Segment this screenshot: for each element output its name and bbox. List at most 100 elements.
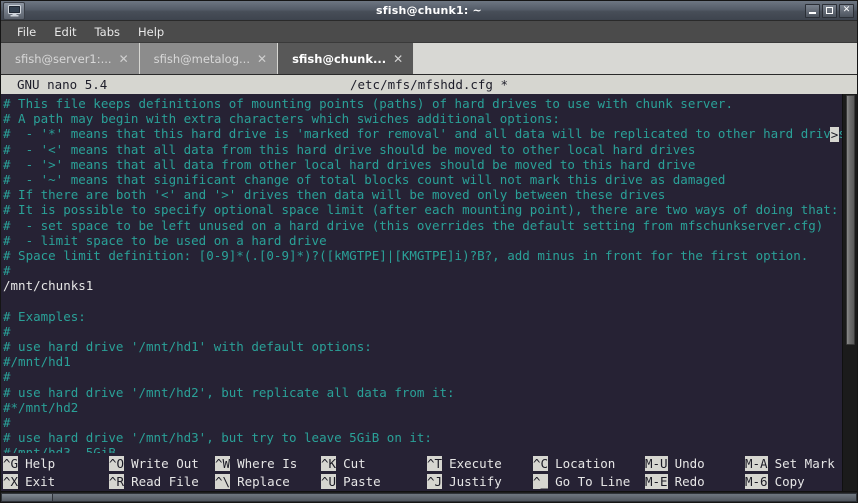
code-line: # use hard drive '/mnt/hd3', but try to … — [3, 430, 432, 446]
shortcut-label: Cut — [343, 455, 366, 471]
code-line: #/mnt/hd1 — [3, 354, 71, 370]
line-wrap-marker: > — [830, 127, 839, 143]
code-line: # - set space to be left unused on a har… — [3, 217, 824, 233]
tab-label: sfish@server1:... — [15, 51, 112, 66]
code-line: /mnt/chunks1 — [3, 278, 94, 294]
code-line: # If there are both '<' and '>' drives t… — [3, 187, 666, 203]
shortcut-label: Execute — [449, 455, 502, 471]
shortcut-label: Where Is — [237, 455, 298, 471]
close-button[interactable]: ✕ — [839, 3, 854, 18]
scrollbar-left-thumb[interactable] — [1, 492, 53, 502]
window-titlebar[interactable]: sfish@chunk1: ~ ✕ — [1, 1, 857, 21]
terminal-icon — [3, 1, 25, 20]
terminal-vertical-scrollbar[interactable] — [842, 94, 857, 491]
code-line: #*/mnt/hd2 — [3, 399, 79, 415]
shortcut-key: M-U — [645, 455, 668, 471]
nano-filename: /etc/mfs/mfshdd.cfg * — [349, 77, 509, 92]
shortcut-key: ^W — [215, 455, 231, 471]
code-line: # - '~' means that significant change of… — [3, 171, 726, 187]
shortcut-label: Redo — [674, 473, 705, 489]
shortcut-exit[interactable]: ^X Exit — [3, 473, 109, 489]
shortcut-key: ^T — [427, 455, 443, 471]
shortcut-key: ^K — [321, 455, 337, 471]
shortcut-label: Help — [25, 455, 56, 471]
shortcut-copy[interactable]: M-6 Copy — [745, 473, 855, 489]
shortcut-read-file[interactable]: ^R Read File — [109, 473, 215, 489]
shortcut-replace[interactable]: ^\ Replace — [215, 473, 321, 489]
shortcut-justify[interactable]: ^J Justify — [427, 473, 533, 489]
code-line: # — [3, 323, 11, 339]
tab-chunk1[interactable]: sfish@chunk... ✕ — [278, 43, 415, 74]
code-line: # use hard drive '/mnt/hd2', but replica… — [3, 384, 455, 400]
nano-shortcut-bar: ^G Help ^O Write Out ^W Where Is ^K Cut ^T Execut… — [1, 453, 857, 491]
close-icon[interactable]: ✕ — [393, 53, 403, 65]
shortcut-key: ^\ — [215, 473, 231, 489]
code-line: # - '<' means that all data from this ha… — [3, 141, 696, 157]
shortcut-key: M-A — [745, 455, 768, 471]
shortcut-paste[interactable]: ^U Paste — [321, 473, 427, 489]
code-line: # It is possible to specify optional spa… — [3, 202, 839, 218]
shortcut-key: ^G — [3, 455, 19, 471]
nano-titlebar: GNU nano 5.4 /etc/mfs/mfshdd.cfg * — [1, 75, 857, 94]
shortcut-cut[interactable]: ^K Cut — [321, 455, 427, 471]
nano-editor-buffer[interactable]: # This file keeps definitions of mountin… — [1, 94, 857, 453]
code-line: # — [3, 414, 11, 430]
shortcut-key: M-E — [645, 473, 668, 489]
shortcut-label: Exit — [25, 473, 56, 489]
tab-label: sfish@chunk... — [292, 51, 387, 66]
shortcut-label: Read File — [131, 473, 199, 489]
menu-item-tabs[interactable]: Tabs — [87, 23, 128, 41]
window-bottom-scrollbar[interactable] — [1, 491, 857, 502]
shortcut-write-out[interactable]: ^O Write Out — [109, 455, 215, 471]
shortcut-key: M-6 — [745, 473, 768, 489]
shortcut-label: Justify — [449, 473, 502, 489]
shortcut-location[interactable]: ^C Location — [533, 455, 645, 471]
code-line: # - '*' means that this hard drive is 'm… — [3, 126, 857, 142]
minimize-button[interactable] — [805, 3, 820, 18]
shortcut-label: Write Out — [131, 455, 199, 471]
tab-server1[interactable]: sfish@server1:... ✕ — [1, 43, 140, 74]
shortcut-label: Location — [555, 455, 616, 471]
shortcut-key: ^R — [109, 473, 125, 489]
terminal-window: sfish@chunk1: ~ ✕ File Edit Tabs Help sf… — [0, 0, 858, 503]
scrollbar-track[interactable] — [53, 492, 857, 502]
terminal-content[interactable]: GNU nano 5.4 /etc/mfs/mfshdd.cfg * # Thi… — [1, 75, 857, 491]
code-line: #/mnt/hd3 -5GiB — [3, 445, 116, 453]
shortcut-label: Replace — [237, 473, 290, 489]
shortcut-label: Copy — [774, 473, 805, 489]
shortcut-key: ^X — [3, 473, 19, 489]
code-line: # - '>' means that all data from other l… — [3, 156, 696, 172]
code-line: # — [3, 369, 11, 385]
maximize-button[interactable] — [822, 3, 837, 18]
shortcut-label: Go To Line — [555, 473, 631, 489]
shortcut-execute[interactable]: ^T Execute — [427, 455, 533, 471]
close-icon[interactable]: ✕ — [257, 53, 267, 65]
code-line: # Space limit definition: [0-9]*(.[0-9]*… — [3, 247, 809, 263]
shortcut-undo[interactable]: M-U Undo — [645, 455, 745, 471]
close-icon: ✕ — [842, 5, 851, 15]
code-line: # Examples: — [3, 308, 86, 324]
shortcut-help[interactable]: ^G Help — [3, 455, 109, 471]
scrollbar-thumb[interactable] — [845, 95, 855, 345]
menu-item-file[interactable]: File — [9, 23, 44, 41]
shortcut-label: Set Mark — [774, 455, 835, 471]
window-title: sfish@chunk1: ~ — [376, 4, 482, 17]
menu-item-edit[interactable]: Edit — [46, 23, 84, 41]
code-line: # A path may begin with extra characters… — [3, 111, 560, 127]
code-line: # — [3, 263, 11, 279]
tab-metalogger[interactable]: sfish@metalog... ✕ — [139, 43, 279, 74]
shortcut-set-mark[interactable]: M-A Set Mark — [745, 455, 855, 471]
shortcut-key: ^U — [321, 473, 337, 489]
close-icon[interactable]: ✕ — [119, 53, 129, 65]
shortcut-row-secondary: ^X Exit ^R Read File ^\ Replace ^U Paste ^J Justi… — [3, 472, 857, 490]
shortcut-where-is[interactable]: ^W Where Is — [215, 455, 321, 471]
shortcut-label: Paste — [343, 473, 381, 489]
shortcut-redo[interactable]: M-E Redo — [645, 473, 745, 489]
shortcut-key: ^O — [109, 455, 125, 471]
menu-item-help[interactable]: Help — [130, 23, 172, 41]
shortcut-key: ^_ — [533, 473, 549, 489]
shortcut-row-primary: ^G Help ^O Write Out ^W Where Is ^K Cut ^T Execut… — [3, 454, 857, 472]
window-controls: ✕ — [805, 3, 857, 18]
shortcut-go-to-line[interactable]: ^_ Go To Line — [533, 473, 645, 489]
